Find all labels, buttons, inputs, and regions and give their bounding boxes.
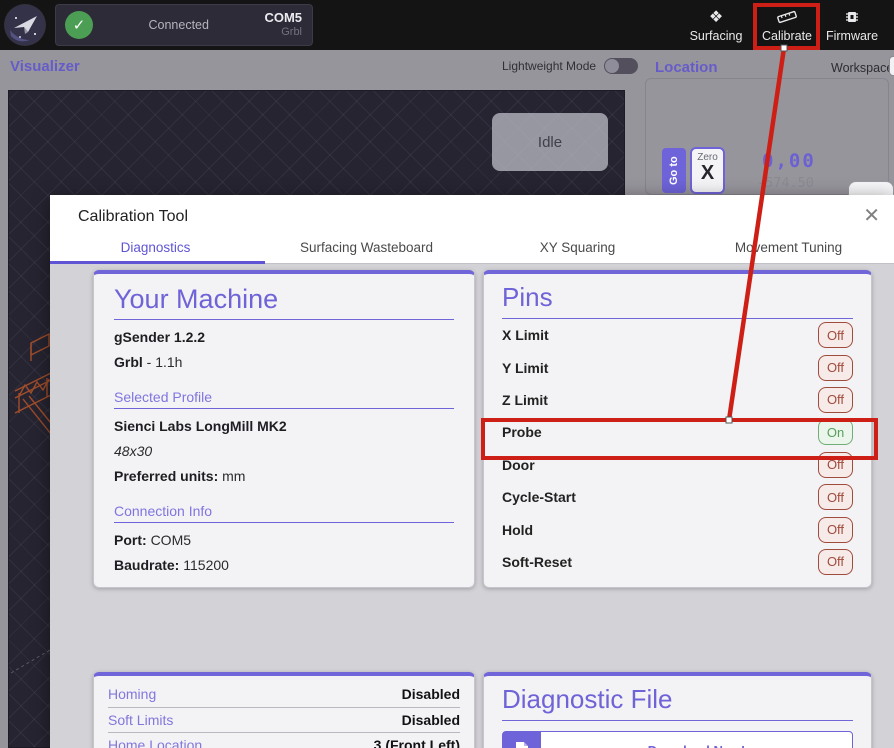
- firmware-version: - 1.1h: [146, 354, 183, 370]
- pin-label: X Limit: [502, 327, 549, 344]
- pin-state-badge: Off: [818, 354, 853, 381]
- baudrate-label: Baudrate:: [114, 557, 180, 573]
- pin-label: Hold: [502, 521, 534, 538]
- connection-port: COM5: [264, 10, 302, 25]
- nav-calibrate-button[interactable]: Calibrate: [755, 0, 819, 50]
- calibration-dialog: Calibration Tool ✕ Diagnostics Surfacing…: [50, 195, 894, 748]
- app-logo[interactable]: [4, 4, 46, 46]
- pin-row-x-limit: X Limit Off: [502, 319, 853, 351]
- nav-calibrate-label: Calibrate: [761, 28, 813, 43]
- pin-label: Soft-Reset: [502, 553, 573, 570]
- pin-row-cycle-start: Cycle-Start Off: [502, 481, 853, 513]
- connection-status-pill[interactable]: ✓ Connected COM5 Grbl: [55, 4, 313, 46]
- connection-status-text: Connected: [148, 18, 209, 32]
- pin-label: Z Limit: [502, 391, 548, 408]
- profile-name: Sienci Labs LongMill MK2: [114, 418, 287, 434]
- setting-label: Soft Limits: [108, 711, 174, 728]
- toggle-knob: [605, 59, 620, 73]
- pin-state-badge: Off: [818, 322, 853, 349]
- selected-profile-heading: Selected Profile: [114, 389, 454, 409]
- tab-xy-squaring[interactable]: XY Squaring: [472, 240, 683, 263]
- pins-heading: Pins: [502, 282, 853, 319]
- workspace-select[interactable]: [889, 56, 894, 76]
- your-machine-panel: Your Machine gSender 1.2.2 Grbl - 1.1h S…: [93, 270, 475, 588]
- pin-state-badge: Off: [818, 386, 853, 413]
- download-now-button[interactable]: Download Now!: [502, 731, 853, 748]
- lightweight-mode-label: Lightweight Mode: [502, 59, 597, 73]
- pin-state-badge: Off: [818, 516, 853, 543]
- pin-label: Door: [502, 456, 535, 473]
- pin-row-probe: Probe On: [502, 416, 853, 448]
- baudrate-value: 115200: [183, 557, 229, 573]
- connection-info-heading: Connection Info: [114, 503, 454, 523]
- units-label: Preferred units:: [114, 468, 219, 484]
- dialog-title: Calibration Tool: [78, 208, 188, 225]
- connection-firmware: Grbl: [281, 26, 302, 39]
- setting-row-homing: Homing Disabled: [108, 682, 460, 708]
- download-now-label: Download Now!: [541, 732, 852, 748]
- units-value: mm: [222, 468, 246, 484]
- zero-y-button-clipped[interactable]: [848, 181, 894, 195]
- pdf-file-icon: [503, 732, 541, 748]
- tab-diagnostics[interactable]: Diagnostics: [50, 240, 261, 263]
- pin-row-soft-reset: Soft-Reset Off: [502, 546, 853, 578]
- nav-surfacing-button[interactable]: ❖ Surfacing: [684, 0, 748, 50]
- pin-state-badge: Off: [818, 548, 853, 575]
- setting-label: Homing: [108, 686, 157, 703]
- workspace-label: Workspace:: [831, 61, 894, 75]
- nav-firmware-label: Firmware: [825, 28, 879, 43]
- pins-panel: Pins X Limit Off Y Limit Off Z Limit Off…: [483, 270, 872, 588]
- pin-label: Probe: [502, 424, 542, 441]
- your-machine-heading: Your Machine: [114, 284, 454, 320]
- machine-state-badge: Idle: [492, 113, 608, 171]
- paper-plane-icon: [5, 5, 45, 45]
- connected-check-icon: ✓: [65, 11, 93, 39]
- pin-state-badge: On: [818, 419, 853, 446]
- zero-x-button[interactable]: Zero X: [690, 147, 725, 194]
- diagnostic-file-heading: Diagnostic File: [502, 684, 853, 721]
- lightweight-mode-toggle[interactable]: [604, 58, 639, 74]
- setting-value: Disabled: [401, 686, 460, 703]
- pin-row-door: Door Off: [502, 449, 853, 481]
- surfacing-icon: ❖: [708, 8, 724, 26]
- pin-row-z-limit: Z Limit Off: [502, 384, 853, 416]
- close-icon[interactable]: ✕: [863, 203, 880, 228]
- ruler-icon: [777, 8, 797, 26]
- top-bar: ✓ Connected COM5 Grbl ❖ Surfacing Calibr…: [0, 0, 894, 50]
- chip-icon: [844, 8, 860, 26]
- app-version: gSender 1.2.2: [114, 329, 206, 345]
- pin-state-badge: Off: [818, 451, 853, 478]
- pin-row-hold: Hold Off: [502, 513, 853, 545]
- pin-row-y-limit: Y Limit Off: [502, 351, 853, 383]
- tab-surfacing-wasteboard[interactable]: Surfacing Wasteboard: [261, 240, 472, 263]
- pin-state-badge: Off: [818, 484, 853, 511]
- firmware-settings-panel: Homing Disabled Soft Limits Disabled Hom…: [93, 672, 475, 748]
- setting-value: Disabled: [401, 711, 460, 728]
- location-label: Location: [655, 59, 718, 76]
- zero-axis-label: X: [700, 162, 715, 184]
- nav-surfacing-label: Surfacing: [689, 28, 743, 43]
- setting-label: Home Location: [108, 737, 203, 748]
- x-position-value: 0,00: [762, 150, 816, 172]
- firmware-name: Grbl: [114, 354, 143, 370]
- port-value: COM5: [150, 532, 192, 548]
- pin-label: Y Limit: [502, 359, 549, 376]
- x-machine-position-value: -574.50: [757, 175, 814, 191]
- app-root: ✓ Connected COM5 Grbl ❖ Surfacing Calibr…: [0, 0, 894, 748]
- setting-value: 3 (Front Left): [373, 737, 460, 748]
- tab-movement-tuning[interactable]: Movement Tuning: [683, 240, 894, 263]
- nav-firmware-button[interactable]: Firmware: [821, 0, 883, 50]
- diagnostic-file-panel: Diagnostic File Download Now! Get easier…: [483, 672, 872, 748]
- setting-row-soft-limits: Soft Limits Disabled: [108, 708, 460, 733]
- pin-label: Cycle-Start: [502, 489, 576, 506]
- port-label: Port:: [114, 532, 147, 548]
- setting-row-home-location: Home Location 3 (Front Left): [108, 733, 460, 748]
- visualizer-label: Visualizer: [10, 58, 80, 75]
- profile-size: 48x30: [114, 443, 153, 459]
- goto-button[interactable]: Go to: [662, 148, 686, 193]
